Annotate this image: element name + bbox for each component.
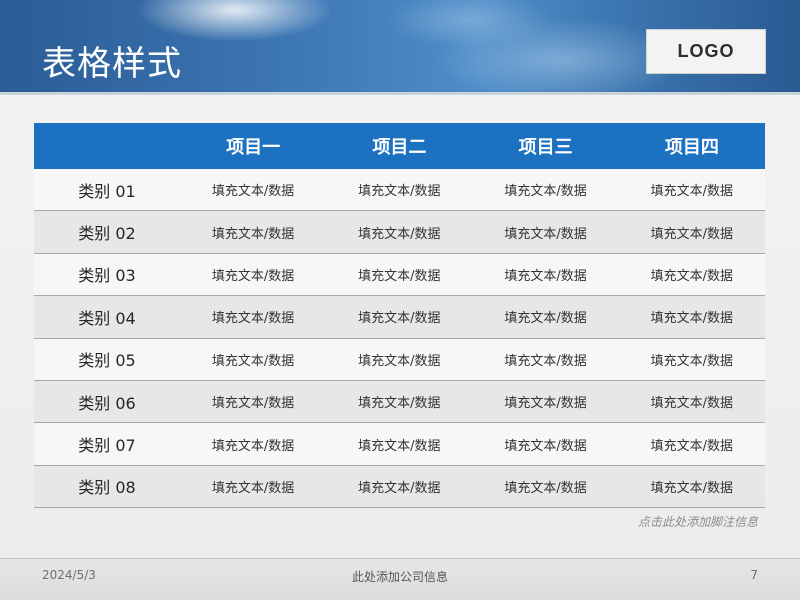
table-cell: 填充文本/数据 — [650, 353, 734, 369]
table-cell: 填充文本/数据 — [211, 311, 295, 327]
table-cell: 填充文本/数据 — [211, 184, 295, 200]
table-cell: 填充文本/数据 — [504, 480, 587, 496]
row-category: 类别 05 — [78, 351, 136, 371]
table-row: 类别 01 填充文本/数据 填充文本/数据 填充文本/数据 填充文本/数据 — [34, 169, 765, 212]
table-cell: 填充文本/数据 — [211, 396, 295, 412]
table-cell: 填充文本/数据 — [504, 268, 587, 284]
table-cell: 填充文本/数据 — [358, 396, 441, 412]
table-cell: 填充文本/数据 — [211, 226, 295, 242]
table-cell: 填充文本/数据 — [211, 353, 295, 369]
table-cell: 填充文本/数据 — [650, 311, 734, 327]
table-cell: 填充文本/数据 — [650, 396, 734, 412]
slide: 表格样式 LOGO 项目一 项目二 项目三 项目四 类别 01 填充文本/数据 … — [0, 0, 800, 600]
table-row: 类别 07 填充文本/数据 填充文本/数据 填充文本/数据 填充文本/数据 — [34, 423, 765, 466]
table-cell: 填充文本/数据 — [211, 480, 295, 496]
table-row: 类别 03 填充文本/数据 填充文本/数据 填充文本/数据 填充文本/数据 — [34, 253, 765, 297]
page-number: 7 — [750, 568, 758, 582]
table-cell: 填充文本/数据 — [504, 353, 587, 369]
table-cell: 填充文本/数据 — [650, 268, 734, 284]
table-cell: 填充文本/数据 — [358, 184, 441, 200]
header-cell-item-1: 项目一 — [226, 137, 281, 158]
table-header-row: 项目一 项目二 项目三 项目四 — [34, 123, 765, 169]
table-cell: 填充文本/数据 — [650, 184, 734, 200]
slide-title: 表格样式 — [42, 44, 182, 84]
table-cell: 填充文本/数据 — [504, 226, 587, 242]
row-category: 类别 06 — [78, 393, 136, 413]
header-cell-corner — [34, 123, 180, 169]
table-row: 类别 08 填充文本/数据 填充文本/数据 填充文本/数据 填充文本/数据 — [34, 465, 765, 509]
table-cell: 填充文本/数据 — [358, 353, 441, 369]
table-cell: 填充文本/数据 — [358, 438, 441, 454]
row-category: 类别 07 — [78, 436, 136, 456]
row-category: 类别 04 — [78, 308, 136, 328]
header-divider — [0, 92, 800, 95]
table-cell: 填充文本/数据 — [358, 268, 441, 284]
table-row: 类别 06 填充文本/数据 填充文本/数据 填充文本/数据 填充文本/数据 — [34, 380, 765, 424]
row-category: 类别 02 — [78, 224, 136, 244]
table-row: 类别 04 填充文本/数据 填充文本/数据 填充文本/数据 填充文本/数据 — [34, 296, 765, 339]
header-cell-item-2: 项目二 — [372, 137, 427, 158]
table-cell: 填充文本/数据 — [358, 480, 441, 496]
table-cell: 填充文本/数据 — [504, 396, 587, 412]
table-row: 类别 02 填充文本/数据 填充文本/数据 填充文本/数据 填充文本/数据 — [34, 211, 765, 254]
table-row: 类别 05 填充文本/数据 填充文本/数据 填充文本/数据 填充文本/数据 — [34, 338, 765, 381]
table-cell: 填充文本/数据 — [504, 184, 587, 200]
table-cell: 填充文本/数据 — [504, 311, 587, 327]
table-cell: 填充文本/数据 — [211, 268, 295, 284]
table-cell: 填充文本/数据 — [650, 480, 734, 496]
footer-company-info: 此处添加公司信息 — [351, 570, 448, 584]
table-cell: 填充文本/数据 — [358, 226, 441, 242]
table-cell: 填充文本/数据 — [504, 438, 587, 454]
footnote-text: 点击此处添加脚注信息 — [637, 515, 758, 529]
logo-placeholder: LOGO — [646, 29, 766, 74]
table-cell: 填充文本/数据 — [650, 226, 734, 242]
row-category: 类别 03 — [78, 266, 136, 286]
table-cell: 填充文本/数据 — [650, 438, 734, 454]
row-category: 类别 08 — [78, 478, 136, 498]
row-category: 类别 01 — [78, 181, 136, 201]
data-table: 项目一 项目二 项目三 项目四 类别 01 填充文本/数据 填充文本/数据 填充… — [34, 123, 765, 509]
table-cell: 填充文本/数据 — [211, 438, 295, 454]
header-cell-item-3: 项目三 — [518, 137, 573, 158]
header-cell-item-4: 项目四 — [664, 137, 719, 158]
table-cell: 填充文本/数据 — [358, 311, 441, 327]
